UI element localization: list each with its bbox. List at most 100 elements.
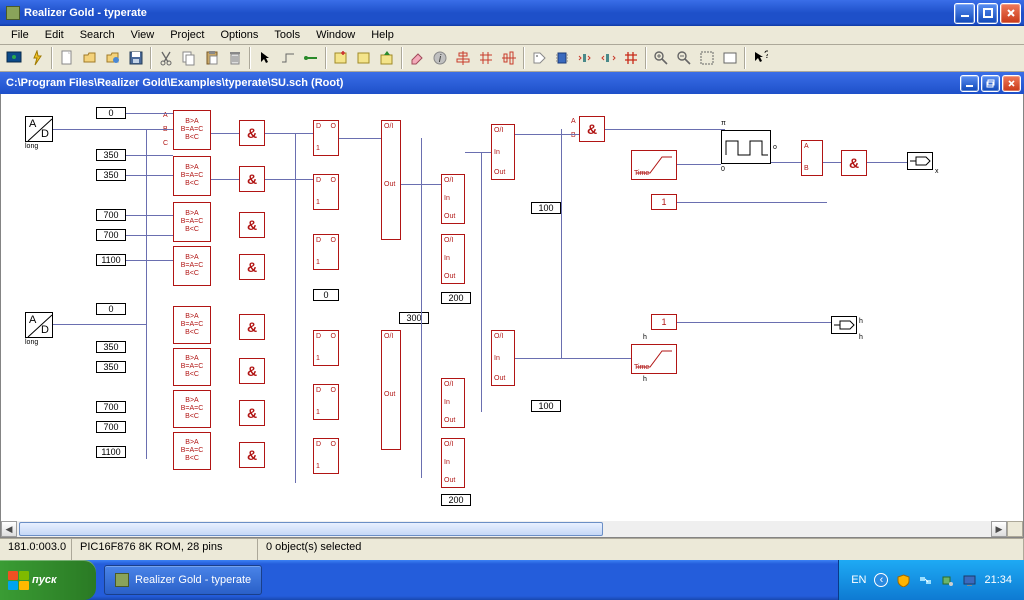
- toolbar-align-red-icon[interactable]: [620, 47, 642, 69]
- and-gate[interactable]: &: [239, 442, 265, 468]
- comparator-block[interactable]: B>A B=A=C B<C: [173, 110, 211, 150]
- horizontal-scrollbar[interactable]: ◀ ▶: [1, 521, 1023, 537]
- maximize-button[interactable]: [977, 3, 998, 24]
- mux-block[interactable]: DO1: [313, 438, 339, 474]
- const-0-u[interactable]: 0: [96, 107, 126, 119]
- comparator-block[interactable]: B>AB=A=CB<C: [173, 348, 211, 386]
- and-gate[interactable]: &: [239, 254, 265, 280]
- toolbar-net-icon[interactable]: [300, 47, 322, 69]
- const-1100-l[interactable]: 1100: [96, 446, 126, 458]
- mux-block[interactable]: D O 1: [313, 120, 339, 156]
- doc-close-button[interactable]: [1002, 75, 1021, 92]
- const-200-b[interactable]: 200: [441, 494, 471, 506]
- const-350-u2[interactable]: 350: [96, 169, 126, 181]
- toolbar-open-project-icon[interactable]: [102, 47, 124, 69]
- const-700-l2[interactable]: 700: [96, 421, 126, 433]
- mux-block[interactable]: D O 1: [313, 174, 339, 210]
- tray-chevron-icon[interactable]: ‹: [874, 573, 888, 587]
- latch-block[interactable]: O/IInOut: [441, 438, 465, 488]
- const-100-a[interactable]: 100: [531, 202, 561, 214]
- toolbar-tag-icon[interactable]: [528, 47, 550, 69]
- menu-view[interactable]: View: [123, 27, 163, 43]
- tray-hardware-icon[interactable]: [940, 573, 954, 587]
- toolbar-zoom-in-icon[interactable]: [650, 47, 672, 69]
- const-300[interactable]: 300: [399, 312, 429, 324]
- menu-search[interactable]: Search: [72, 27, 123, 43]
- output-connector-x[interactable]: [907, 152, 933, 170]
- toolbar-eraser-icon[interactable]: [406, 47, 428, 69]
- toolbar-sheet-icon[interactable]: [353, 47, 375, 69]
- comparator-block[interactable]: B>AB=A=CB<C: [173, 390, 211, 428]
- timer-block[interactable]: Time: [631, 344, 677, 374]
- const-350-u1[interactable]: 350: [96, 149, 126, 161]
- menu-tools[interactable]: Tools: [266, 27, 308, 43]
- toolbar-cut-icon[interactable]: [155, 47, 177, 69]
- merge-block[interactable]: O/I Out: [381, 330, 401, 450]
- doc-restore-button[interactable]: [981, 75, 1000, 92]
- menu-project[interactable]: Project: [162, 27, 212, 43]
- close-button[interactable]: [1000, 3, 1021, 24]
- toolbar-zoom-fit-icon[interactable]: [719, 47, 741, 69]
- pulse-block[interactable]: [721, 130, 771, 164]
- toolbar-paste-icon[interactable]: [201, 47, 223, 69]
- menu-options[interactable]: Options: [212, 27, 266, 43]
- toolbar-align-h-icon[interactable]: [452, 47, 474, 69]
- comparator-block[interactable]: B>AB=A=CB<C: [173, 432, 211, 470]
- and-gate[interactable]: &: [841, 150, 867, 176]
- start-button[interactable]: пуск: [0, 560, 96, 600]
- schematic-canvas[interactable]: A D long 0 350 350 700 700 1100 B>A B=A=…: [1, 94, 1023, 521]
- and-gate[interactable]: &: [239, 314, 265, 340]
- and-gate[interactable]: &: [239, 120, 265, 146]
- tray-monitor-icon[interactable]: [962, 573, 976, 587]
- toolbar-pin-in-icon[interactable]: [574, 47, 596, 69]
- one-block[interactable]: 1: [651, 194, 677, 210]
- taskbar-app-button[interactable]: Realizer Gold - typerate: [104, 565, 262, 595]
- minimize-button[interactable]: [954, 3, 975, 24]
- comparator-block[interactable]: B>AB=A=CB<C: [173, 246, 211, 286]
- const-700-l1[interactable]: 700: [96, 401, 126, 413]
- toolbar-zoom-region-icon[interactable]: [696, 47, 718, 69]
- toolbar-info-icon[interactable]: i: [429, 47, 451, 69]
- timer-block[interactable]: Time: [631, 150, 677, 180]
- latch-block[interactable]: A B: [801, 140, 823, 176]
- and-gate[interactable]: &: [239, 400, 265, 426]
- toolbar-open-icon[interactable]: [79, 47, 101, 69]
- latch-block[interactable]: O/I In Out: [491, 124, 515, 180]
- latch-block[interactable]: O/I In Out: [441, 234, 465, 284]
- adc-block-lower[interactable]: A D: [25, 312, 53, 338]
- toolbar-zoom-out-icon[interactable]: [673, 47, 695, 69]
- const-700-u1[interactable]: 700: [96, 209, 126, 221]
- toolbar-monitor-icon[interactable]: [3, 47, 25, 69]
- const-350-l1[interactable]: 350: [96, 341, 126, 353]
- toolbar-compile-icon[interactable]: [26, 47, 48, 69]
- and-gate[interactable]: &: [579, 116, 605, 142]
- mux-block[interactable]: DO1: [313, 330, 339, 366]
- toolbar-new-sheet-icon[interactable]: [330, 47, 352, 69]
- tray-shield-icon[interactable]: [896, 573, 910, 587]
- comparator-block[interactable]: B>AB=A=CB<C: [173, 306, 211, 344]
- and-gate[interactable]: &: [239, 212, 265, 238]
- latch-block[interactable]: O/I In Out: [441, 174, 465, 224]
- toolbar-delete-icon[interactable]: [224, 47, 246, 69]
- const-350-l2[interactable]: 350: [96, 361, 126, 373]
- menu-help[interactable]: Help: [363, 27, 402, 43]
- tray-network-icon[interactable]: [918, 573, 932, 587]
- tray-language[interactable]: EN: [851, 574, 866, 586]
- mux-block[interactable]: D O 1: [313, 234, 339, 270]
- toolbar-save-icon[interactable]: [125, 47, 147, 69]
- latch-block[interactable]: O/IInOut: [441, 378, 465, 428]
- toolbar-wire-icon[interactable]: [277, 47, 299, 69]
- toolbar-copy-icon[interactable]: [178, 47, 200, 69]
- doc-minimize-button[interactable]: [960, 75, 979, 92]
- const-700-u2[interactable]: 700: [96, 229, 126, 241]
- tray-clock[interactable]: 21:34: [984, 574, 1012, 586]
- const-0-mux-u[interactable]: 0: [313, 289, 339, 301]
- toolbar-components-icon[interactable]: [551, 47, 573, 69]
- const-0-l[interactable]: 0: [96, 303, 126, 315]
- toolbar-sheet-up-icon[interactable]: [376, 47, 398, 69]
- scroll-left-button[interactable]: ◀: [1, 521, 17, 537]
- menu-edit[interactable]: Edit: [37, 27, 72, 43]
- one-block[interactable]: 1: [651, 314, 677, 330]
- toolbar-pointer-icon[interactable]: [254, 47, 276, 69]
- const-200-a[interactable]: 200: [441, 292, 471, 304]
